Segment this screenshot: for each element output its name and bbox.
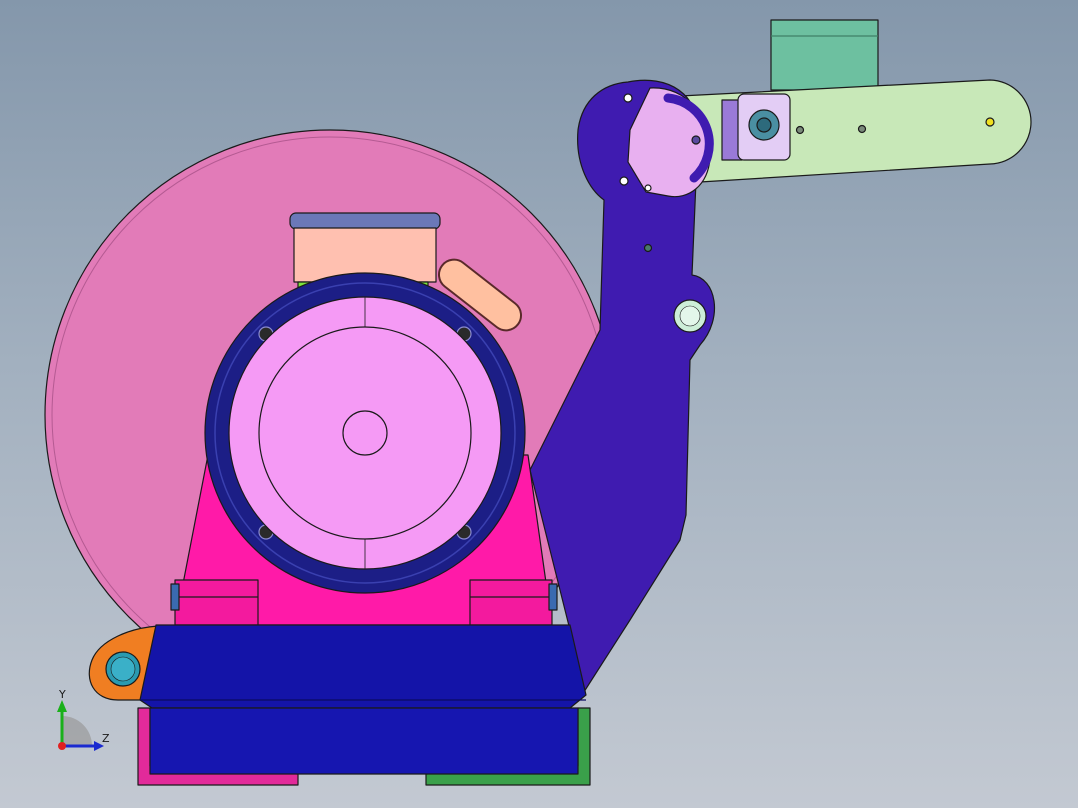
- lever-end-dot: [985, 117, 995, 127]
- lever-hole: [857, 124, 867, 134]
- cam-hole: [619, 176, 629, 186]
- terminal-box-lid: [289, 212, 441, 230]
- base-block: [139, 624, 587, 709]
- axis-triad: [57, 700, 104, 751]
- foot-bolt: [170, 583, 180, 611]
- housing-foot-right: [469, 579, 553, 626]
- lever-hole: [795, 125, 805, 135]
- foot-bolt: [548, 583, 558, 611]
- cad-viewport[interactable]: Y Z: [0, 0, 1078, 808]
- cam-hole: [644, 184, 652, 192]
- assembly-drawing: [44, 19, 1032, 786]
- axis-y-label: Y: [59, 688, 66, 701]
- housing-foot-left: [174, 579, 259, 626]
- axis-z-label: Z: [102, 732, 110, 745]
- arm-hole: [643, 243, 653, 253]
- cam-hole: [623, 93, 633, 103]
- motor-cap-face: [258, 326, 472, 540]
- clamp-bolt-head: [756, 117, 772, 133]
- arm-pivot-boss-inner: [679, 305, 701, 327]
- cam-hole: [691, 135, 701, 145]
- lever-bracket: [770, 19, 879, 91]
- bottom-frame-inner: [149, 707, 579, 775]
